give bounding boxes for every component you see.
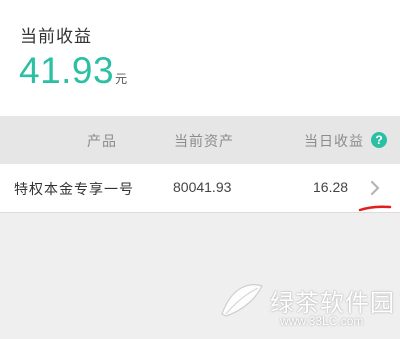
- row-daily: 16.28: [313, 179, 349, 195]
- watermark-text: 绿茶软件园: [270, 290, 395, 317]
- chevron-right-icon[interactable]: [368, 178, 382, 198]
- earnings-amount-group: 41.93元: [19, 50, 127, 92]
- red-underline-mark: [358, 205, 392, 212]
- earnings-amount: 41.93: [19, 50, 115, 91]
- header-asset: 当前资产: [174, 133, 234, 149]
- header-product: 产品: [87, 133, 117, 149]
- row-product: 特权本金专享一号: [14, 181, 134, 197]
- watermark-logo-icon: [221, 284, 263, 317]
- row-asset: 80041.93: [173, 179, 232, 195]
- earnings-card: 当前收益 41.93元: [0, 0, 400, 116]
- table-header: 产品 当前资产 当日收益: [0, 116, 400, 164]
- earnings-unit: 元: [115, 72, 128, 86]
- question-mark-icon[interactable]: ?: [371, 132, 387, 148]
- header-daily: 当日收益: [304, 133, 364, 149]
- watermark-url: www.33LC.com: [280, 314, 364, 328]
- table-row[interactable]: 特权本金专享一号 80041.93 16.28: [0, 164, 400, 213]
- earnings-label: 当前收益: [20, 27, 92, 46]
